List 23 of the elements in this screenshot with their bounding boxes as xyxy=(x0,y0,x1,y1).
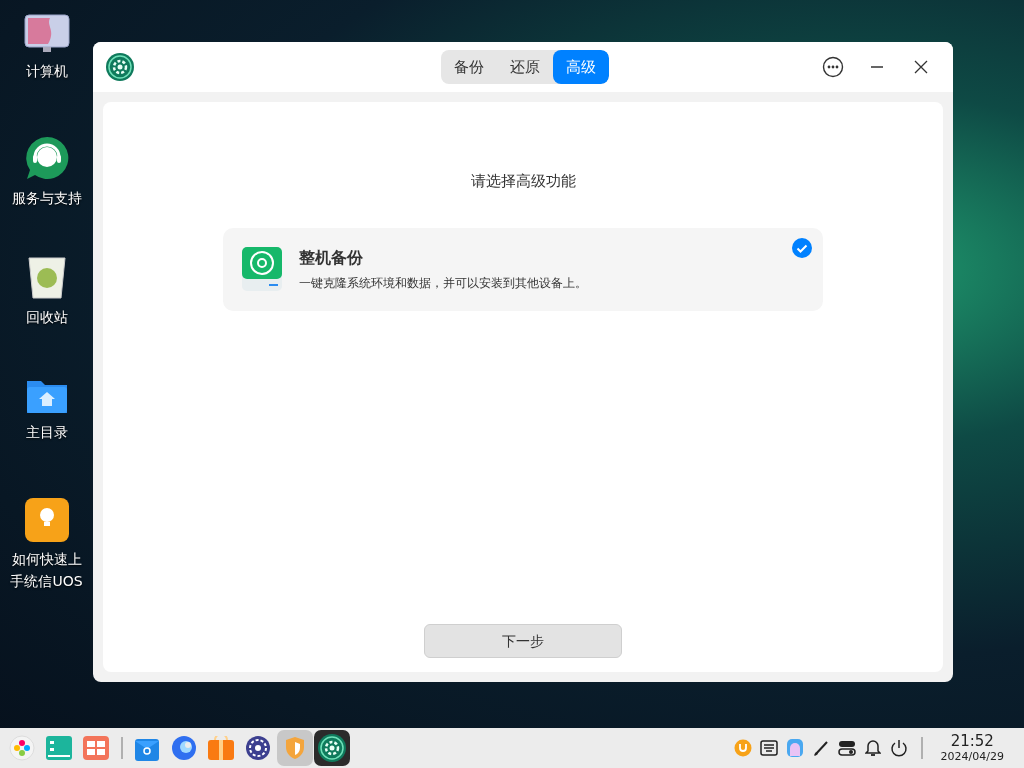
option-card[interactable]: 整机备份 一键克隆系统环境和数据，并可以安装到其他设备上。 xyxy=(223,227,823,311)
desktop-icon-label[interactable]: 回收站 xyxy=(8,306,85,328)
tab[interactable]: 高级 xyxy=(553,50,609,84)
app-gear-icon[interactable] xyxy=(314,730,350,766)
prompt-text: 请选择高级功能 xyxy=(470,171,576,192)
option-description: 一键克隆系统环境和数据，并可以安装到其他设备上。 xyxy=(299,275,587,292)
desktop-icon-label[interactable]: 如何快速上手统信UOS xyxy=(8,548,85,592)
desktop-icon-label[interactable]: 服务与支持 xyxy=(8,187,85,209)
headset-person-icon[interactable] xyxy=(23,135,70,181)
trash-bin-icon[interactable] xyxy=(26,256,67,300)
more-icon xyxy=(822,56,844,78)
disk-backup-icon xyxy=(241,246,283,292)
tab[interactable]: 还原 xyxy=(497,50,553,84)
app-gear-icon xyxy=(105,52,135,82)
clock[interactable]: 21:52 2024/04/29 xyxy=(934,734,1004,762)
tab[interactable]: 备份 xyxy=(441,50,497,84)
computer-icon[interactable] xyxy=(23,14,70,54)
desktop-icon-label[interactable]: 计算机 xyxy=(8,60,85,82)
desktop-icon-label[interactable]: 主目录 xyxy=(8,421,85,443)
close-icon xyxy=(914,60,928,74)
next-button[interactable]: 下一步 xyxy=(424,624,622,658)
option-title: 整机备份 xyxy=(299,247,364,269)
lightbulb-icon[interactable] xyxy=(24,498,69,542)
